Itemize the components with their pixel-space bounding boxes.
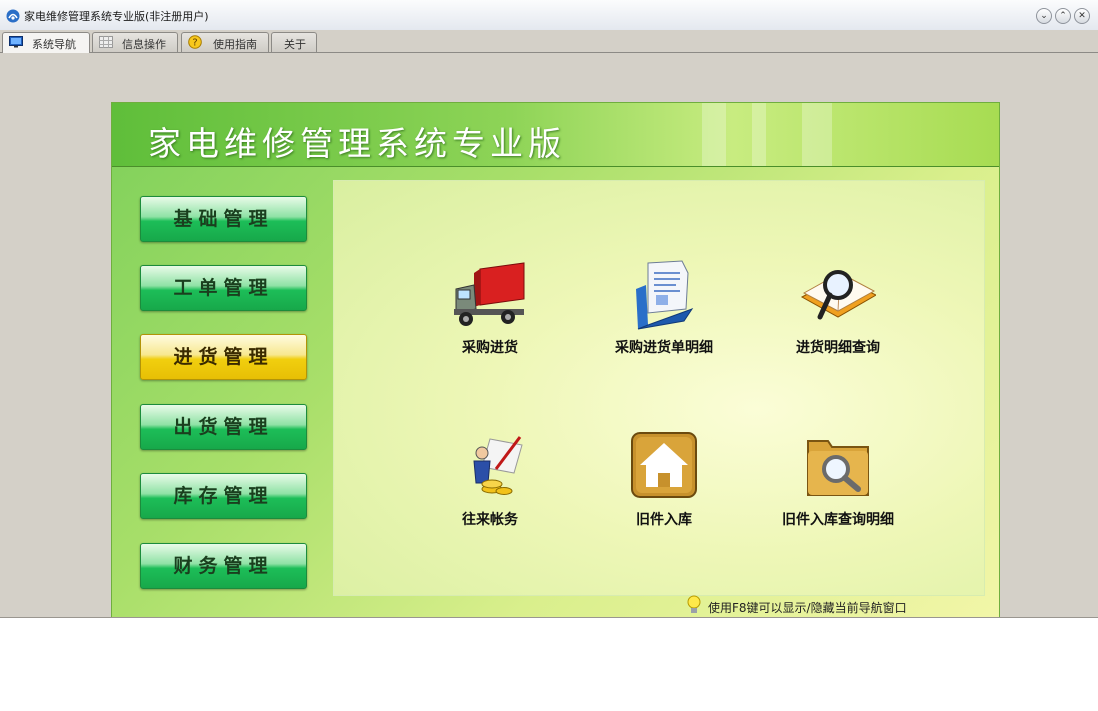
house-icon (631, 432, 697, 498)
app-window: 家电维修管理系统专业版(非注册用户) ⌄ ⌃ ✕ 系统导航 信息操作 ? 使用指… (0, 0, 1098, 618)
old-parts-storage-item[interactable]: 旧件入库 (584, 431, 744, 541)
tab-system-nav[interactable]: 系统导航 (2, 32, 90, 53)
banner: 家电维修管理系统专业版 (112, 103, 999, 167)
banner-light-beam (802, 103, 832, 166)
window-title: 家电维修管理系统专业版(非注册用户) (24, 10, 209, 23)
banner-light-beam (752, 103, 766, 166)
lightbulb-icon (687, 595, 701, 613)
tab-label: 使用指南 (213, 38, 257, 51)
tab-info-ops[interactable]: 信息操作 (92, 32, 178, 52)
minimize-button[interactable]: ⌄ (1036, 8, 1052, 24)
purchase-order-detail-label: 采购进货单明细 (615, 340, 713, 356)
old-parts-query-item[interactable]: 旧件入库查询明细 (758, 431, 918, 541)
tab-user-guide[interactable]: ? 使用指南 (181, 32, 269, 52)
nav-shipment-button[interactable]: 出货管理 (140, 404, 307, 450)
banner-title: 家电维修管理系统专业版 (148, 124, 566, 163)
accounting-person-icon (473, 436, 523, 495)
tab-label: 系统导航 (32, 38, 76, 51)
purchase-order-detail-item[interactable]: 采购进货单明细 (584, 259, 744, 369)
tab-label: 关于 (284, 38, 306, 51)
svg-text:?: ? (192, 38, 197, 49)
function-area: 采购进货 采购进货单明细 进货明细查询 往来帐务 旧件入库 旧件入库查询明细 (333, 180, 985, 596)
app-logo-icon (6, 9, 20, 23)
purchase-label: 采购进货 (462, 340, 518, 356)
accounts-label: 往来帐务 (462, 512, 518, 528)
title-bar: 家电维修管理系统专业版(非注册用户) ⌄ ⌃ ✕ (0, 0, 1098, 31)
document-folder-icon (636, 260, 694, 330)
nav-basic-management-button[interactable]: 基础管理 (140, 196, 307, 242)
tab-label: 信息操作 (122, 38, 166, 51)
navigation-panel: 家电维修管理系统专业版 基础管理 工单管理 进货管理 出货管理 库存管理 财务管… (111, 102, 1000, 617)
purchase-item[interactable]: 采购进货 (410, 259, 570, 369)
nav-purchase-button[interactable]: 进货管理 (140, 334, 307, 380)
help-icon: ? (188, 35, 202, 49)
folder-search-icon (807, 440, 869, 496)
nav-inventory-button[interactable]: 库存管理 (140, 473, 307, 519)
accounts-item[interactable]: 往来帐务 (410, 431, 570, 541)
banner-light-beam (702, 103, 726, 166)
purchase-detail-query-item[interactable]: 进货明细查询 (758, 259, 918, 369)
old-parts-query-label: 旧件入库查询明细 (782, 512, 894, 528)
nav-work-order-button[interactable]: 工单管理 (140, 265, 307, 311)
close-button[interactable]: ✕ (1074, 8, 1090, 24)
tab-strip: 系统导航 信息操作 ? 使用指南 关于 (0, 30, 1098, 53)
book-magnifier-icon (800, 270, 876, 320)
grid-icon (99, 36, 113, 48)
monitor-icon (9, 36, 23, 48)
purchase-detail-query-label: 进货明细查询 (796, 340, 880, 356)
f8-hint: 使用F8键可以显示/隐藏当前导航窗口 (687, 595, 907, 616)
old-parts-storage-label: 旧件入库 (636, 512, 692, 528)
nav-finance-button[interactable]: 财务管理 (140, 543, 307, 589)
truck-icon (454, 262, 525, 326)
maximize-button[interactable]: ⌃ (1055, 8, 1071, 24)
tab-about[interactable]: 关于 (271, 32, 317, 52)
hint-text: 使用F8键可以显示/隐藏当前导航窗口 (708, 601, 907, 615)
